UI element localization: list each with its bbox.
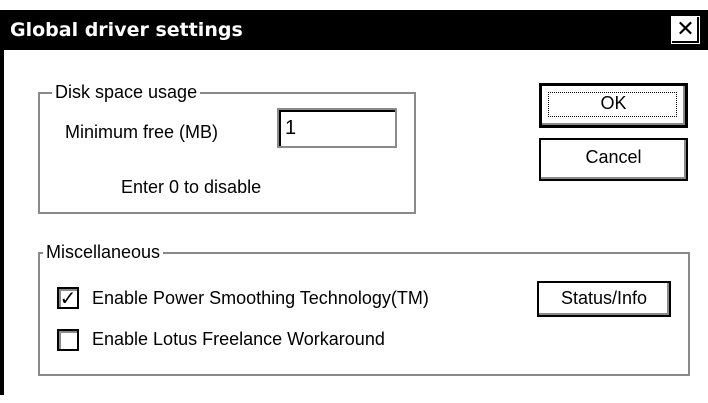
close-button[interactable]: ✕ xyxy=(671,16,700,44)
cancel-button-label: Cancel xyxy=(585,147,642,167)
global-driver-settings-dialog: Global driver settings ✕ Disk space usag… xyxy=(0,0,708,403)
minimum-free-input[interactable]: 1 xyxy=(277,108,397,148)
power-smoothing-checkbox[interactable]: ✓ xyxy=(57,286,79,310)
title-bar[interactable]: Global driver settings ✕ xyxy=(0,10,708,50)
disable-hint: Enter 0 to disable xyxy=(121,177,262,197)
minimum-free-label: Minimum free (MB) xyxy=(65,122,219,142)
lotus-workaround-label[interactable]: Enable Lotus Freelance Workaround xyxy=(92,327,385,351)
miscellaneous-legend: Miscellaneous xyxy=(43,240,164,264)
status-info-button-label: Status/Info xyxy=(560,288,648,308)
window-title: Global driver settings xyxy=(10,19,243,41)
ok-button[interactable]: OK xyxy=(539,83,688,128)
status-info-button[interactable]: Status/Info xyxy=(537,281,671,317)
power-smoothing-label[interactable]: Enable Power Smoothing Technology(TM) xyxy=(92,286,429,310)
check-icon: ✓ xyxy=(59,286,77,310)
ok-button-label: OK xyxy=(600,93,627,113)
lotus-workaround-checkbox[interactable] xyxy=(57,329,79,351)
window-left-border xyxy=(0,50,5,395)
close-icon: ✕ xyxy=(676,17,695,42)
disk-space-usage-legend: Disk space usage xyxy=(52,80,201,104)
cancel-button[interactable]: Cancel xyxy=(539,138,688,181)
